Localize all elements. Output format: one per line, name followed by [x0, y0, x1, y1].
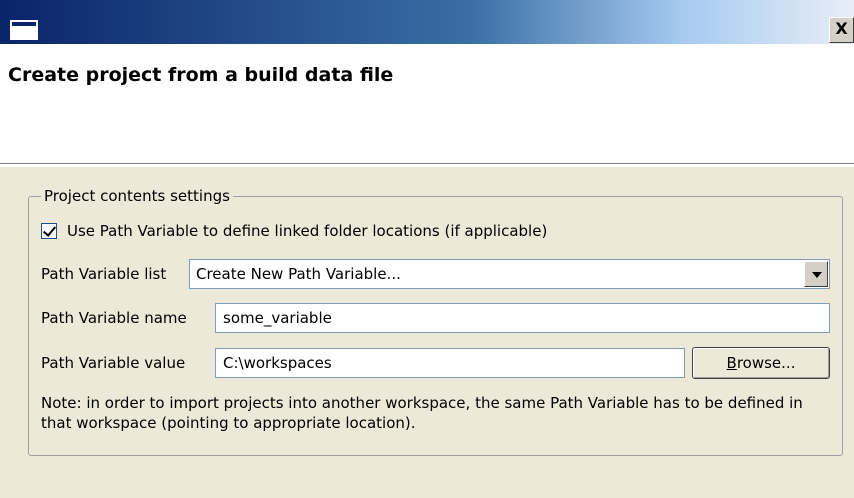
path-variable-list-value: Create New Path Variable... [196, 265, 401, 283]
chevron-down-icon[interactable] [804, 261, 828, 287]
path-variable-value-label: Path Variable value [41, 354, 186, 372]
wizard-header: Create project from a build data file [0, 44, 854, 164]
group-legend: Project contents settings [41, 187, 233, 205]
browse-button[interactable]: Browse... [692, 347, 830, 379]
use-path-variable-checkbox[interactable] [41, 223, 57, 239]
page-title: Create project from a build data file [8, 64, 394, 86]
dialog-body: Project contents settings Use Path Varia… [0, 167, 854, 498]
path-variable-name-input[interactable] [215, 303, 830, 333]
close-button[interactable]: X [829, 17, 854, 43]
path-variable-name-label: Path Variable name [41, 309, 187, 327]
window-icon [10, 20, 38, 40]
title-bar[interactable]: X [0, 0, 854, 44]
project-contents-group: Project contents settings Use Path Varia… [28, 187, 843, 456]
path-variable-value-input[interactable] [215, 348, 685, 378]
use-path-variable-row[interactable]: Use Path Variable to define linked folde… [41, 222, 547, 240]
browse-label-rest: rowse... [736, 354, 796, 372]
path-variable-list-label: Path Variable list [41, 265, 167, 283]
note-text: Note: in order to import projects into a… [41, 394, 803, 432]
browse-mnemonic: B [726, 354, 737, 372]
path-variable-list-select[interactable]: Create New Path Variable... [189, 259, 830, 289]
use-path-variable-label[interactable]: Use Path Variable to define linked folde… [67, 222, 547, 240]
